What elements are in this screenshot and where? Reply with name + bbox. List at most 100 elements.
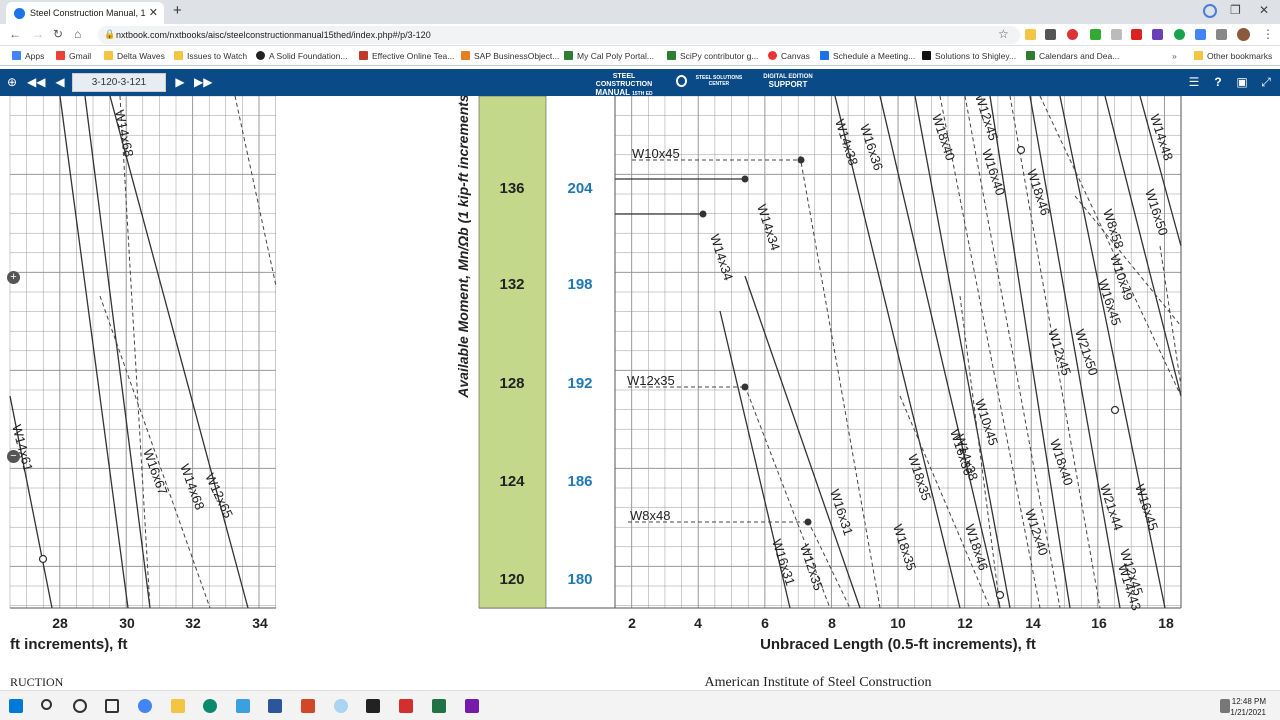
powerpoint-icon[interactable] <box>301 699 315 713</box>
menu-list-icon[interactable]: ☰ <box>1185 73 1203 92</box>
chart-labels: W10x45W12x35W8x48W14x68W16x67 W14x68W12x6… <box>9 96 1176 690</box>
extension-icon[interactable] <box>1090 29 1101 40</box>
task-view-icon[interactable] <box>105 699 119 713</box>
app-icon[interactable] <box>334 699 348 713</box>
x-tick: 6 <box>761 615 769 631</box>
bookmark-item[interactable]: Gmail <box>56 51 91 61</box>
green-band <box>478 96 547 609</box>
bookmark-item[interactable]: Apps <box>12 51 44 61</box>
zoom-icon[interactable]: ⊕ <box>3 73 21 92</box>
beam-point-filled <box>804 518 812 526</box>
home-icon[interactable]: ⌂ <box>74 27 81 41</box>
help-icon[interactable]: ? <box>1209 73 1227 92</box>
file-explorer-icon[interactable] <box>171 699 185 713</box>
bookmark-item[interactable]: Effective Online Tea... <box>359 51 454 61</box>
extension-icon[interactable] <box>1045 29 1056 40</box>
beam-curve-dashed <box>799 155 881 609</box>
lock-icon: 🔒 <box>104 29 116 39</box>
menu-kebab-icon[interactable]: ⋮ <box>1262 27 1274 41</box>
bookmark-item[interactable]: Delta Waves <box>104 51 165 61</box>
zoom-in-icon[interactable]: + <box>7 271 20 284</box>
beam-label: W14x34 <box>754 202 783 252</box>
bookmarks-bar: Apps Gmail Delta Waves Issues to Watch A… <box>0 46 1280 66</box>
onenote-icon[interactable] <box>465 699 479 713</box>
acrobat-icon[interactable] <box>399 699 413 713</box>
bookmark-item[interactable]: SciPy contributor g... <box>667 51 758 61</box>
address-bar[interactable]: 🔒 nxtbook.com/nxtbooks/aisc/steelconstru… <box>98 26 1020 44</box>
extension-icon[interactable] <box>1195 29 1206 40</box>
reload-icon[interactable]: ↻ <box>53 27 63 41</box>
fullscreen-icon[interactable]: ⤢ <box>1257 73 1275 92</box>
app-icon[interactable] <box>236 699 250 713</box>
word-icon[interactable] <box>268 699 282 713</box>
extension-icon[interactable] <box>1152 29 1163 40</box>
close-window-icon[interactable]: ✕ <box>1259 3 1269 17</box>
toolbox-icon[interactable]: ▣ <box>1233 73 1251 92</box>
beam-point-open <box>1016 145 1026 155</box>
beam-point-open <box>1110 405 1120 415</box>
system-clock[interactable]: 12:48 PM 1/21/2021 <box>1230 696 1266 718</box>
browser-toolbar: ← → ↻ ⌂ 🔒 nxtbook.com/nxtbooks/aisc/stee… <box>0 24 1280 46</box>
solutions-center-logo[interactable]: STEEL SOLUTIONS CENTER <box>676 75 748 87</box>
bookmark-item[interactable]: SAP BusinessObject... <box>461 51 559 61</box>
previous-page-icon[interactable]: ◀ <box>51 73 69 92</box>
page-footer: RUCTION <box>10 675 64 689</box>
extensions-puzzle-icon[interactable] <box>1216 29 1227 40</box>
extension-icon[interactable] <box>1111 29 1122 40</box>
beam-label: W18x46 <box>962 522 991 572</box>
search-icon[interactable] <box>41 699 52 710</box>
zoom-out-icon[interactable]: − <box>7 450 20 463</box>
beam-point-filled <box>741 175 749 183</box>
viewer-toolbar: ⊕ ◀◀ ◀ 3-120-3-121 ▶ ▶▶ STEEL CONSTRUCTI… <box>0 69 1280 98</box>
first-page-icon[interactable]: ◀◀ <box>27 73 45 92</box>
forward-icon[interactable]: → <box>32 27 44 41</box>
beam-callout-label: W10x45 <box>632 146 680 161</box>
bookmark-item[interactable]: Canvas <box>768 51 810 61</box>
beam-callout-label: W12x35 <box>627 373 675 388</box>
bookmarks-overflow-icon[interactable]: » <box>1172 51 1177 61</box>
page-number-field[interactable]: 3-120-3-121 <box>72 73 166 92</box>
beam-curve-dashed <box>1159 245 1182 387</box>
tab-title: Steel Construction Manual, 15th <box>30 8 146 18</box>
other-bookmarks[interactable]: Other bookmarks <box>1194 51 1272 61</box>
terminal-icon[interactable] <box>366 699 380 713</box>
bookmark-item[interactable]: Solutions to Shigley... <box>922 51 1016 61</box>
beam-label: W14x61 <box>9 423 36 473</box>
x-tick: 8 <box>828 615 836 631</box>
design-chart-page: W10x45W12x35W8x48W14x68W16x67 W14x68W12x6… <box>9 96 1182 690</box>
page-footer: American Institute of Steel Construction <box>704 675 931 690</box>
manual-logo[interactable]: STEEL CONSTRUCTION MANUAL 15TH ED <box>584 73 664 98</box>
next-page-icon[interactable]: ▶ <box>171 73 189 92</box>
excel-icon[interactable] <box>432 699 446 713</box>
extension-icon[interactable] <box>1025 29 1036 40</box>
beam-label: W21x50 <box>1072 327 1101 377</box>
last-page-icon[interactable]: ▶▶ <box>194 73 212 92</box>
extension-icon[interactable] <box>1174 29 1185 40</box>
start-icon[interactable] <box>9 699 23 713</box>
new-tab-icon[interactable]: + <box>173 2 182 19</box>
pen-icon[interactable] <box>1220 699 1230 713</box>
bookmark-item[interactable]: Schedule a Meeting... <box>820 51 915 61</box>
chrome-icon[interactable] <box>138 699 152 713</box>
profile-avatar[interactable] <box>1237 28 1250 41</box>
extension-icon[interactable] <box>1131 29 1142 40</box>
clock-date: 1/21/2021 <box>1230 708 1266 717</box>
green-y-tick: 140 <box>499 96 524 100</box>
bookmark-item[interactable]: My Cal Poly Portal... <box>564 51 654 61</box>
x-tick: 30 <box>119 615 135 631</box>
browser-tab[interactable]: Steel Construction Manual, 15th ✕ <box>6 2 164 24</box>
beam-label: W14x68 <box>177 462 207 512</box>
edge-icon[interactable] <box>203 699 217 713</box>
support-link[interactable]: DIGITAL EDITION SUPPORT <box>760 73 816 89</box>
close-tab-icon[interactable]: ✕ <box>149 6 158 19</box>
restore-window-icon[interactable]: ❐ <box>1230 3 1241 17</box>
extension-icon[interactable] <box>1067 29 1078 40</box>
bookmark-star-icon[interactable]: ☆ <box>998 27 1009 41</box>
bookmark-item[interactable]: A Solid Foundation... <box>256 51 347 61</box>
x-axis-label: Unbraced Length (0.5-ft increments), ft <box>760 636 1036 653</box>
bookmark-item[interactable]: Calendars and Dea... <box>1026 51 1119 61</box>
blue-y-tick: 186 <box>567 473 592 490</box>
back-icon[interactable]: ← <box>9 27 21 41</box>
cortana-icon[interactable] <box>73 699 87 713</box>
bookmark-item[interactable]: Issues to Watch <box>174 51 247 61</box>
